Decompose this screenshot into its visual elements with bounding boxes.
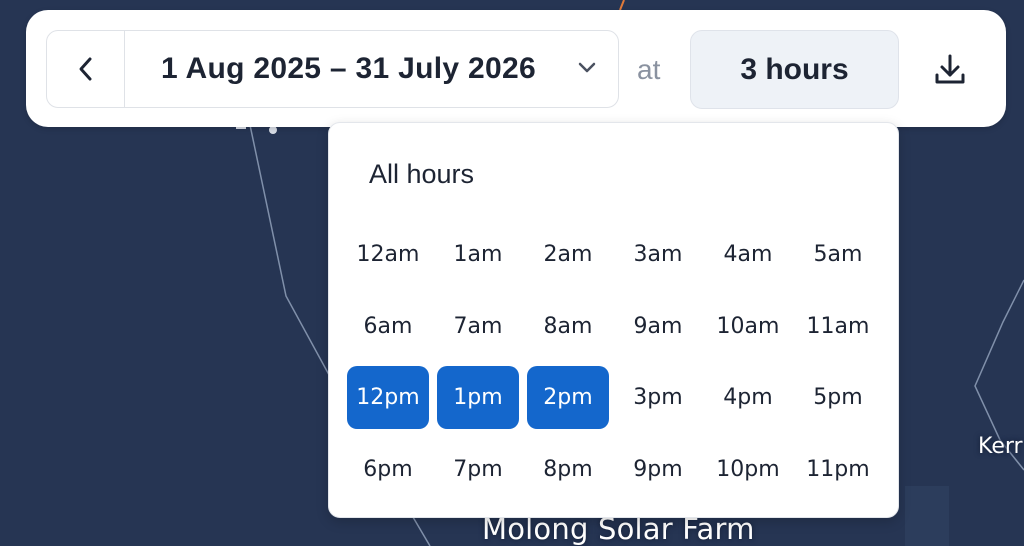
hours-select-button[interactable]: 3 hours: [690, 30, 899, 109]
map-area: [905, 486, 949, 546]
hour-option-10pm[interactable]: 10pm: [707, 438, 789, 501]
hour-option-1pm[interactable]: 1pm: [437, 366, 519, 429]
download-icon: [935, 54, 965, 84]
hour-option-8pm[interactable]: 8pm: [527, 438, 609, 501]
hour-option-5am[interactable]: 5am: [797, 223, 879, 286]
hour-option-4am[interactable]: 4am: [707, 223, 789, 286]
hour-grid: 12am 1am 2am 3am 4am 5am 6am 7am 8am 9am 10am 11am 1…: [347, 223, 879, 501]
hour-option-9pm[interactable]: 9pm: [617, 438, 699, 501]
hour-option-7pm[interactable]: 7pm: [437, 438, 519, 501]
hour-option-12am[interactable]: 12am: [347, 223, 429, 286]
hour-option-2am[interactable]: 2am: [527, 223, 609, 286]
download-button[interactable]: [922, 40, 978, 100]
hour-option-3am[interactable]: 3am: [617, 223, 699, 286]
hour-option-11am[interactable]: 11am: [797, 295, 879, 358]
hour-option-11pm[interactable]: 11pm: [797, 438, 879, 501]
date-range-select[interactable]: 1 Aug 2025 – 31 July 2026: [125, 31, 618, 107]
hour-option-2pm[interactable]: 2pm: [527, 366, 609, 429]
date-range-group: 1 Aug 2025 – 31 July 2026: [46, 30, 619, 108]
map-marker: [269, 126, 277, 134]
hour-option-5pm[interactable]: 5pm: [797, 366, 879, 429]
chevron-left-icon: [79, 57, 91, 81]
hour-option-4pm[interactable]: 4pm: [707, 366, 789, 429]
hour-option-7am[interactable]: 7am: [437, 295, 519, 358]
hours-dropdown: All hours 12am 1am 2am 3am 4am 5am 6am 7am 8am 9a…: [328, 122, 899, 518]
hours-select-label: 3 hours: [740, 52, 849, 86]
hour-option-3pm[interactable]: 3pm: [617, 366, 699, 429]
hour-option-10am[interactable]: 10am: [707, 295, 789, 358]
chevron-down-icon: [578, 62, 596, 73]
hour-option-8am[interactable]: 8am: [527, 295, 609, 358]
previous-period-button[interactable]: [47, 31, 125, 107]
hour-option-1am[interactable]: 1am: [437, 223, 519, 286]
map-label-kerr: Kerr: [978, 434, 1023, 459]
hour-option-9am[interactable]: 9am: [617, 295, 699, 358]
date-range-label: 1 Aug 2025 – 31 July 2026: [161, 52, 536, 85]
hour-option-6pm[interactable]: 6pm: [347, 438, 429, 501]
all-hours-option[interactable]: All hours: [369, 159, 474, 190]
hour-option-12pm[interactable]: 12pm: [347, 366, 429, 429]
at-label: at: [637, 54, 661, 85]
hour-option-6am[interactable]: 6am: [347, 295, 429, 358]
date-toolbar: 1 Aug 2025 – 31 July 2026 at 3 hours: [26, 10, 1006, 127]
